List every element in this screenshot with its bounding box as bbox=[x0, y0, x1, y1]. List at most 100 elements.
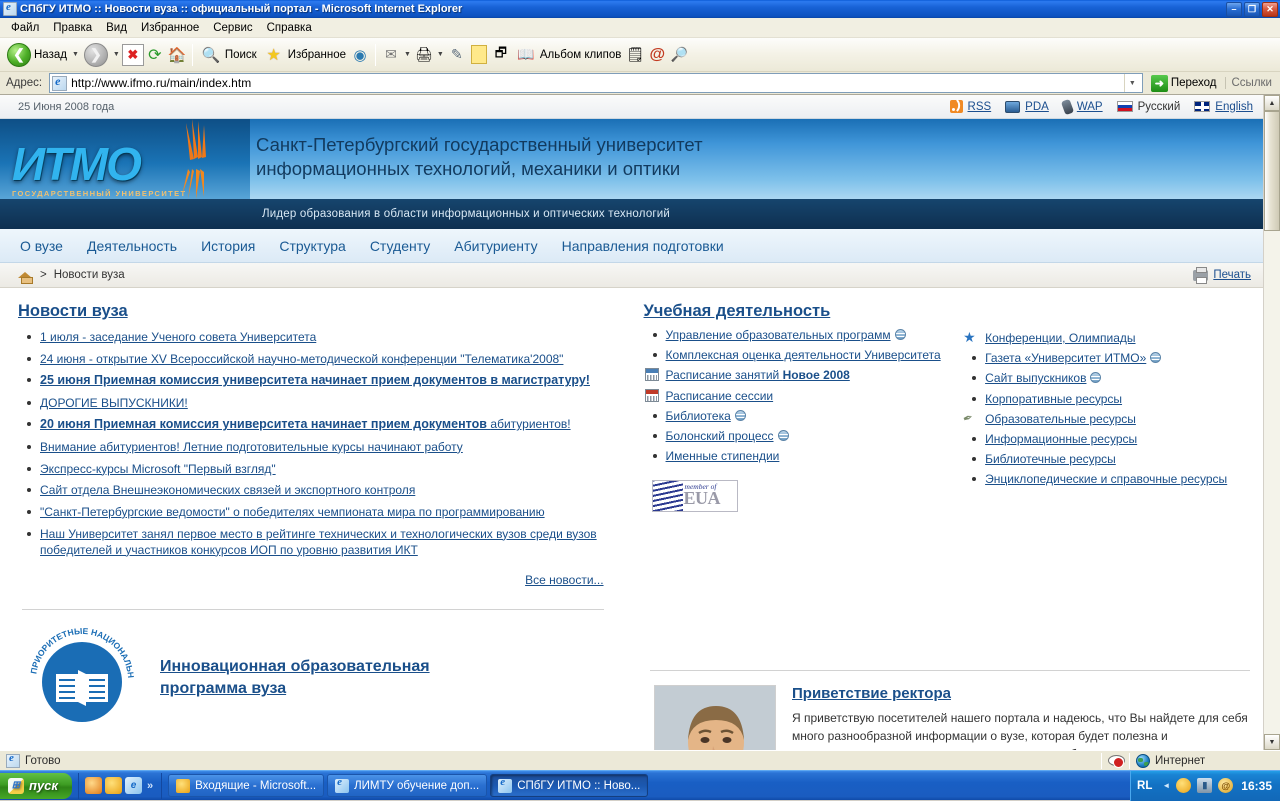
rss-link[interactable]: RSS bbox=[949, 100, 992, 113]
nav-item-applicant[interactable]: Абитуриенту bbox=[442, 238, 549, 254]
mail-dropdown-icon[interactable]: ▼ bbox=[404, 51, 411, 58]
nav-item-activity[interactable]: Деятельность bbox=[75, 238, 189, 254]
language-english[interactable]: English bbox=[1194, 101, 1253, 113]
news-item-link[interactable]: Сайт отдела Внешнеэкономических связей и… bbox=[40, 483, 415, 497]
address-input[interactable]: http://www.ifmo.ru/main/index.htm ▼ bbox=[49, 73, 1143, 93]
pda-link-label[interactable]: PDA bbox=[1025, 101, 1049, 113]
rector-heading[interactable]: Приветствие ректора bbox=[792, 685, 1250, 702]
rss-link-label[interactable]: RSS bbox=[968, 101, 992, 113]
menu-item-tools[interactable]: Сервис bbox=[206, 20, 259, 36]
minimize-button[interactable]: – bbox=[1226, 1, 1242, 17]
wap-link-label[interactable]: WAP bbox=[1077, 101, 1103, 113]
home-icon[interactable]: 🏠 bbox=[166, 44, 188, 66]
innovation-banner[interactable]: ПРИОРИТЕТНЫЕ НАЦИОНАЛЬНЫЕ ПРОЕКТЫ Иннова… bbox=[18, 610, 614, 734]
scroll-up-button[interactable]: ▲ bbox=[1264, 95, 1280, 111]
scroll-down-button[interactable]: ▼ bbox=[1264, 734, 1280, 750]
address-dropdown-icon[interactable]: ▼ bbox=[1123, 74, 1140, 92]
print-dropdown-icon[interactable]: ▼ bbox=[437, 51, 444, 58]
all-news-link[interactable]: Все новости... bbox=[525, 573, 603, 587]
news-item-link[interactable]: 24 июня - открытие XV Всероссийской науч… bbox=[40, 352, 563, 366]
keyboard-layout-indicator[interactable]: RL bbox=[1137, 780, 1156, 792]
stop-icon[interactable]: ✖ bbox=[121, 43, 144, 66]
pda-link[interactable]: PDA bbox=[1005, 100, 1049, 113]
academic-item-link[interactable]: Управление образовательных программ bbox=[666, 328, 891, 342]
back-button[interactable]: ❮ Назад bbox=[4, 41, 70, 69]
nav-item-programs[interactable]: Направления подготовки bbox=[550, 238, 736, 254]
academic-item-link[interactable]: Расписание занятий Новое 2008 bbox=[666, 368, 850, 382]
clipart-button[interactable]: 📖 Альбом клипов bbox=[512, 41, 624, 69]
ql-app-b-icon[interactable] bbox=[105, 777, 122, 794]
news-item-link[interactable]: 25 июня Приемная комиссия университета н… bbox=[40, 373, 590, 387]
resource-item-link[interactable]: Газета «Университет ИТМО» bbox=[985, 351, 1146, 365]
edit-icon[interactable]: ✎ bbox=[446, 44, 468, 66]
zoom-icon[interactable]: 🔎 bbox=[668, 44, 690, 66]
refresh-icon[interactable]: ⟳ bbox=[144, 44, 166, 66]
favorites-button[interactable]: ★ Избранное bbox=[260, 41, 349, 69]
back-dropdown-icon[interactable]: ▼ bbox=[72, 51, 79, 58]
status-blocked-cell[interactable] bbox=[1102, 752, 1129, 770]
news-item-link[interactable]: "Санкт-Петербургские ведомости" о победи… bbox=[40, 505, 545, 519]
resource-item-link[interactable]: Сайт выпускников bbox=[985, 371, 1086, 385]
print-icon[interactable]: 🖨 bbox=[413, 44, 435, 66]
menu-item-favorites[interactable]: Избранное bbox=[134, 20, 206, 36]
ql-app-a-icon[interactable] bbox=[85, 777, 102, 794]
news-item-link[interactable]: Внимание абитуриентов! Летние подготовит… bbox=[40, 440, 463, 454]
forward-button[interactable]: ❯ bbox=[81, 41, 111, 69]
print-link-label[interactable]: Печать bbox=[1213, 269, 1251, 281]
resource-item-link[interactable]: Библиотечные ресурсы bbox=[985, 452, 1116, 466]
academic-item-link[interactable]: Болонский процесс bbox=[666, 429, 774, 443]
scroll-track[interactable] bbox=[1264, 111, 1280, 734]
maximize-button[interactable]: ❐ bbox=[1244, 1, 1260, 17]
taskbar-item-limtu[interactable]: ЛИМТУ обучение доп... bbox=[327, 774, 488, 797]
nav-item-structure[interactable]: Структура bbox=[267, 238, 357, 254]
media-icon[interactable]: ◉ bbox=[349, 44, 371, 66]
tray-at-icon[interactable]: @ bbox=[1218, 778, 1234, 793]
eua-logo[interactable]: member of EUA bbox=[651, 480, 738, 513]
wap-link[interactable]: WAP bbox=[1060, 98, 1103, 115]
research-icon[interactable]: 🗒 bbox=[624, 44, 646, 66]
language-english-label[interactable]: English bbox=[1215, 101, 1253, 113]
resource-item-link[interactable]: Конференции, Олимпиады bbox=[985, 331, 1135, 345]
taskbar-item-itmo[interactable]: СПбГУ ИТМО :: Ново... bbox=[490, 774, 649, 797]
page-scrollbar[interactable]: ▲ ▼ bbox=[1263, 95, 1280, 750]
menu-item-view[interactable]: Вид bbox=[99, 20, 134, 36]
print-link[interactable]: Печать bbox=[1193, 266, 1251, 284]
at-icon[interactable]: @ bbox=[646, 44, 668, 66]
quick-launch-more-icon[interactable]: » bbox=[145, 780, 155, 792]
scroll-thumb[interactable] bbox=[1264, 111, 1280, 231]
resource-item-link[interactable]: Информационные ресурсы bbox=[985, 432, 1137, 446]
tray-app-icon[interactable] bbox=[1176, 778, 1192, 793]
nav-item-student[interactable]: Студенту bbox=[358, 238, 442, 254]
news-item-link[interactable]: Наш Университет занял первое место в рей… bbox=[40, 527, 597, 557]
tray-expand-icon[interactable]: ◄ bbox=[1162, 781, 1170, 790]
menu-item-help[interactable]: Справка bbox=[260, 20, 319, 36]
taskbar-item-outlook[interactable]: Входящие - Microsoft... bbox=[168, 774, 325, 797]
nav-item-history[interactable]: История bbox=[189, 238, 267, 254]
resource-item-link[interactable]: Энциклопедические и справочные ресурсы bbox=[985, 472, 1227, 486]
menu-item-file[interactable]: Файл bbox=[4, 20, 46, 36]
nav-item-about[interactable]: О вузе bbox=[20, 238, 75, 254]
resource-item-link[interactable]: Корпоративные ресурсы bbox=[985, 392, 1122, 406]
home-icon[interactable] bbox=[18, 268, 33, 284]
menu-item-edit[interactable]: Правка bbox=[46, 20, 99, 36]
academic-item-link[interactable]: Именные стипендии bbox=[666, 449, 780, 463]
close-button[interactable]: ✕ bbox=[1262, 1, 1278, 17]
messenger-icon[interactable]: 🗗 bbox=[490, 44, 512, 66]
language-russian[interactable]: Русский bbox=[1116, 101, 1180, 113]
news-item-link[interactable]: 20 июня Приемная комиссия университета н… bbox=[40, 417, 571, 431]
go-button[interactable]: ➜ Переход bbox=[1146, 74, 1222, 93]
forward-dropdown-icon[interactable]: ▼ bbox=[113, 51, 120, 58]
news-item-link[interactable]: 1 июля - заседание Ученого совета Универ… bbox=[40, 330, 316, 344]
mail-icon[interactable]: ✉ bbox=[380, 44, 402, 66]
news-item-link[interactable]: ДОРОГИЕ ВЫПУСКНИКИ! bbox=[40, 396, 188, 410]
note-icon[interactable] bbox=[468, 44, 490, 66]
academic-item-link[interactable]: Комплексная оценка деятельности Универси… bbox=[666, 348, 941, 362]
status-zone-cell[interactable]: Интернет bbox=[1130, 752, 1280, 770]
news-item-link[interactable]: Экспресс-курсы Microsoft "Первый взгляд" bbox=[40, 462, 276, 476]
search-button[interactable]: 🔍 Поиск bbox=[197, 41, 260, 69]
academic-item-link[interactable]: Расписание сессии bbox=[666, 389, 774, 403]
rector-heading-link[interactable]: Приветствие ректора bbox=[792, 685, 951, 702]
start-button[interactable]: ⊞ пуск bbox=[0, 772, 72, 799]
resource-item-link[interactable]: Образовательные ресурсы bbox=[985, 412, 1136, 426]
links-button[interactable]: Ссылки bbox=[1224, 77, 1279, 89]
